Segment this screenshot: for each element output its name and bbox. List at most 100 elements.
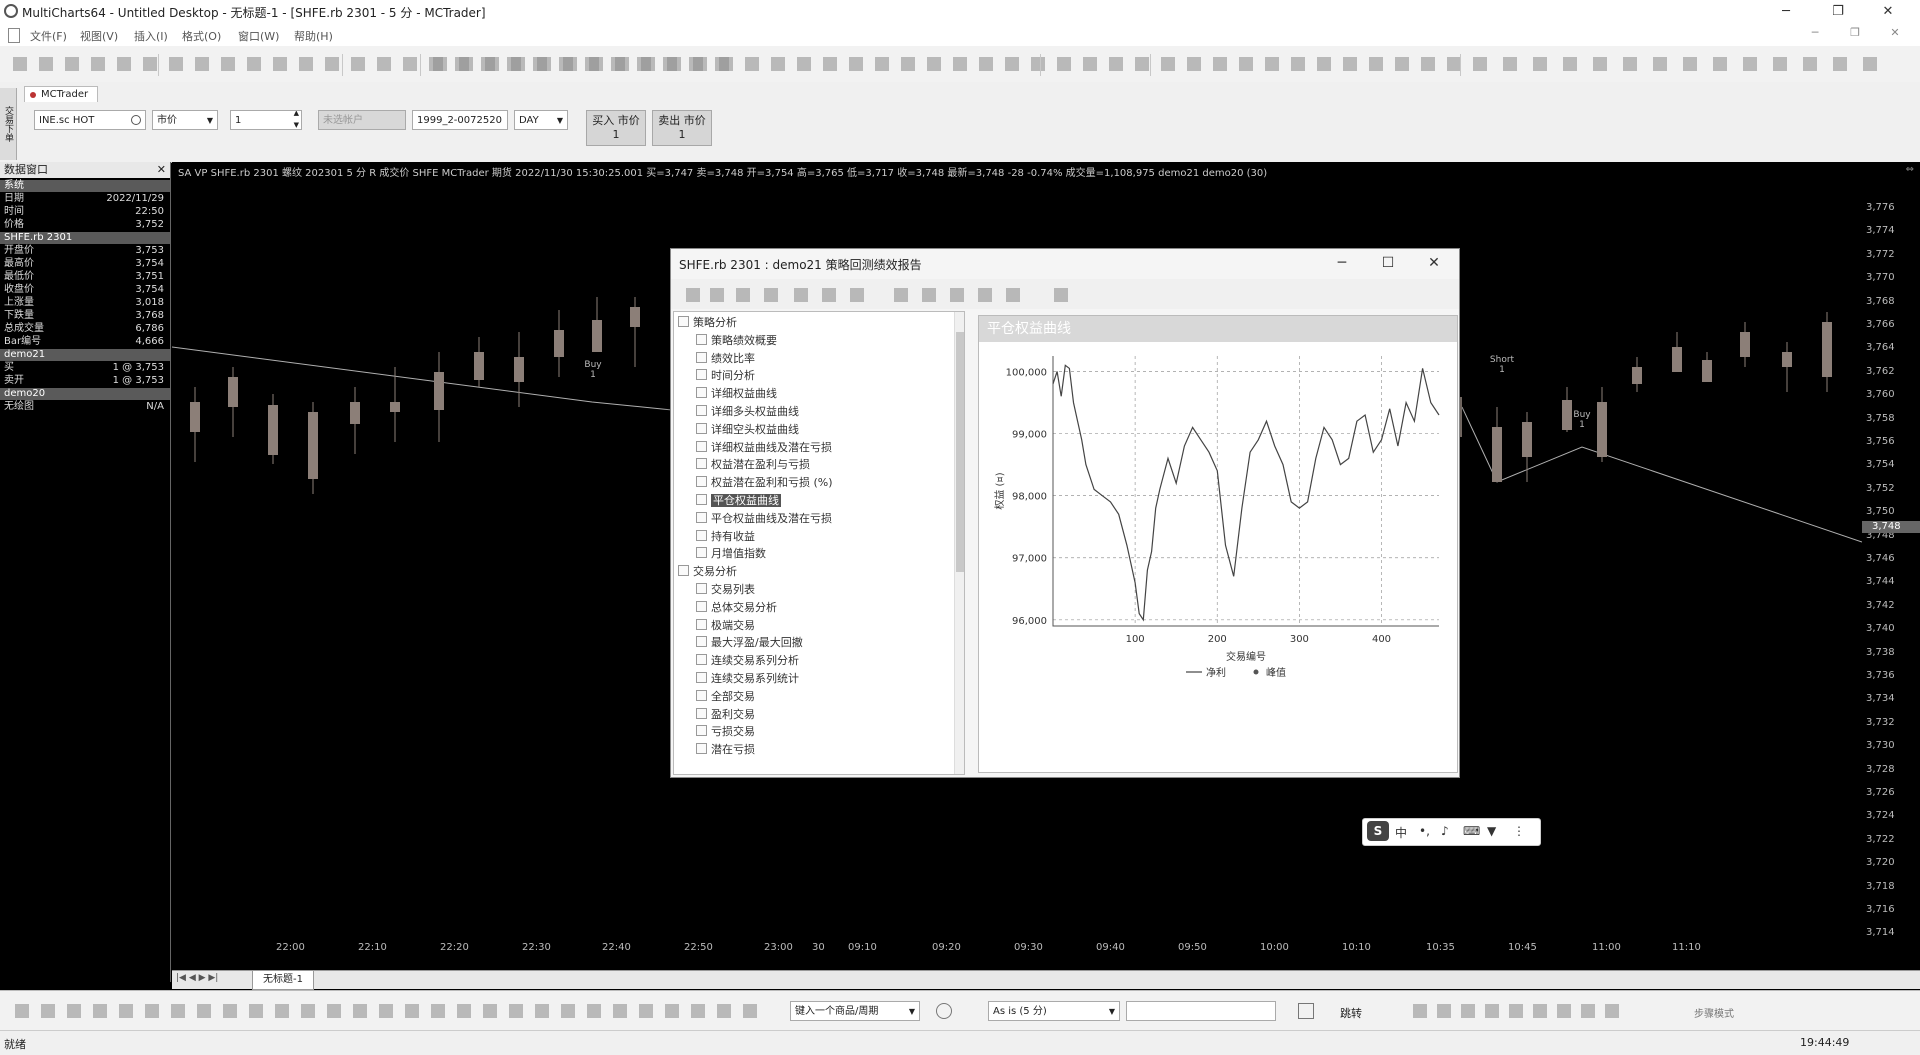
tree-item[interactable]: 盈利交易	[696, 706, 755, 722]
draw-tool-icon[interactable]	[90, 1001, 110, 1021]
toolbar-tool-icon[interactable]	[794, 54, 814, 74]
mdi-close-icon[interactable]: ✕	[1880, 26, 1910, 44]
nav-arrow-icon[interactable]	[1482, 1001, 1502, 1021]
nav-arrow-icon[interactable]	[1506, 1001, 1526, 1021]
tree-group[interactable]: 交易分析	[678, 563, 737, 579]
tree-item[interactable]: 持有收益	[696, 528, 755, 544]
toolbar-tool-icon[interactable]	[1184, 54, 1204, 74]
draw-tool-icon[interactable]	[610, 1001, 630, 1021]
tree-item[interactable]: 月增值指数	[696, 545, 766, 561]
ime-logo-icon[interactable]: S	[1367, 821, 1389, 841]
report-tool-icon[interactable]	[847, 285, 867, 305]
draw-tool-icon[interactable]	[428, 1001, 448, 1021]
toolbar-tool-icon[interactable]	[1530, 54, 1550, 74]
toolbar-tool-icon[interactable]	[1418, 54, 1438, 74]
microphone-icon[interactable]: ♪	[1441, 824, 1449, 838]
nav-arrow-icon[interactable]	[1554, 1001, 1574, 1021]
tree-item[interactable]: 权益潜在盈利和亏损 (%)	[696, 474, 833, 490]
checkbox[interactable]	[696, 458, 707, 470]
sell-market-button[interactable]: 卖出 市价 1	[652, 110, 712, 146]
toolbar-tool-icon[interactable]	[430, 54, 450, 74]
buy-market-button[interactable]: 买入 市价 1	[586, 110, 646, 146]
checkbox[interactable]	[696, 440, 707, 452]
toolbar-tool-icon[interactable]	[1860, 54, 1880, 74]
draw-tool-icon[interactable]	[662, 1001, 682, 1021]
toolbar-tool-icon[interactable]	[482, 54, 502, 74]
toolbar-tool-icon[interactable]	[1680, 54, 1700, 74]
toolbar-tool-icon[interactable]	[638, 54, 658, 74]
mctrader-tab[interactable]: MCTrader	[24, 86, 98, 102]
quantity-stepper[interactable]: 1 ▲ ▼	[230, 110, 302, 130]
step-mode-button[interactable]: 步骤模式	[1694, 1005, 1734, 1020]
draw-tool-icon[interactable]	[402, 1001, 422, 1021]
checkbox[interactable]	[696, 351, 707, 363]
draw-tool-icon[interactable]	[558, 1001, 578, 1021]
maximize-icon[interactable]: ❐	[1816, 2, 1860, 22]
mdi-restore-icon[interactable]: ❐	[1840, 26, 1870, 44]
resolution-select[interactable]: As is (5 分) ▼	[988, 1001, 1120, 1021]
report-tool-icon[interactable]	[761, 285, 781, 305]
draw-tool-icon[interactable]	[168, 1001, 188, 1021]
menu-help[interactable]: 帮助(H)	[294, 28, 333, 44]
tree-item[interactable]: 总体交易分析	[696, 599, 777, 615]
draw-tool-icon[interactable]	[714, 1001, 734, 1021]
report-tool-icon[interactable]	[919, 285, 939, 305]
nav-arrow-icon[interactable]	[1410, 1001, 1430, 1021]
report-tool-icon[interactable]	[975, 285, 995, 305]
checkbox[interactable]	[696, 672, 707, 683]
report-tool-icon[interactable]	[791, 285, 811, 305]
mdi-minimize-icon[interactable]: ─	[1800, 26, 1830, 44]
tree-item[interactable]: 详细空头权益曲线	[696, 421, 799, 437]
scroll-thumb[interactable]	[956, 332, 964, 572]
draw-tool-icon[interactable]	[584, 1001, 604, 1021]
tab-first-icon[interactable]: |◀ ◀ ▶ ▶|	[176, 973, 218, 983]
toolbar-tool-icon[interactable]	[586, 54, 606, 74]
toolbar-tool-icon[interactable]	[10, 54, 30, 74]
minimize-icon[interactable]: ─	[1764, 2, 1808, 22]
punctuation-icon[interactable]: •,	[1419, 824, 1430, 838]
tree-item[interactable]: 策略绩效概要	[696, 332, 777, 348]
close-icon[interactable]: ✕	[1866, 2, 1910, 22]
toolbar-tool-icon[interactable]	[1650, 54, 1670, 74]
report-tool-icon[interactable]	[733, 285, 753, 305]
close-icon[interactable]: ✕	[1417, 252, 1451, 274]
draw-tool-icon[interactable]	[142, 1001, 162, 1021]
toolbar-tool-icon[interactable]	[534, 54, 554, 74]
tree-item[interactable]: 潜在亏损	[696, 741, 755, 757]
checkbox[interactable]	[696, 707, 707, 719]
toolbar-tool-icon[interactable]	[1106, 54, 1126, 74]
tree-item[interactable]: 时间分析	[696, 367, 755, 383]
tree-item[interactable]: 极端交易	[696, 617, 755, 633]
toolbar-tool-icon[interactable]	[1392, 54, 1412, 74]
report-tool-icon[interactable]	[891, 285, 911, 305]
toolbar-tool-icon[interactable]	[1262, 54, 1282, 74]
toolbar-tool-icon[interactable]	[400, 54, 420, 74]
toolbar-tool-icon[interactable]	[820, 54, 840, 74]
draw-tool-icon[interactable]	[64, 1001, 84, 1021]
tree-item[interactable]: 最大浮盈/最大回撤	[696, 634, 803, 650]
tree-item[interactable]: 亏损交易	[696, 723, 755, 739]
tree-item[interactable]: 详细权益曲线及潜在亏损	[696, 439, 832, 455]
nav-arrow-icon[interactable]	[1602, 1001, 1622, 1021]
checkbox[interactable]	[696, 405, 707, 416]
checkbox[interactable]	[696, 600, 707, 612]
clock-icon[interactable]	[936, 1003, 952, 1019]
menu-file[interactable]: 文件(F)	[30, 28, 67, 44]
side-tab[interactable]: 交易下单	[0, 88, 17, 160]
toolbar-tool-icon[interactable]	[62, 54, 82, 74]
report-tool-icon[interactable]	[819, 285, 839, 305]
toolbar-tool-icon[interactable]	[192, 54, 212, 74]
draw-tool-icon[interactable]	[324, 1001, 344, 1021]
tree-item[interactable]: 交易列表	[696, 581, 755, 597]
nav-arrow-icon[interactable]	[1434, 1001, 1454, 1021]
toolbar-tool-icon[interactable]	[456, 54, 476, 74]
jump-button[interactable]: 跳转	[1340, 1005, 1362, 1021]
checkbox[interactable]	[696, 369, 707, 381]
toolbar-tool-icon[interactable]	[244, 54, 264, 74]
menu-window[interactable]: 窗口(W)	[238, 28, 279, 44]
draw-tool-icon[interactable]	[454, 1001, 474, 1021]
tree-group[interactable]: 策略分析	[678, 314, 737, 330]
checkbox[interactable]	[696, 743, 707, 755]
toolbar-tool-icon[interactable]	[872, 54, 892, 74]
draw-tool-icon[interactable]	[116, 1001, 136, 1021]
